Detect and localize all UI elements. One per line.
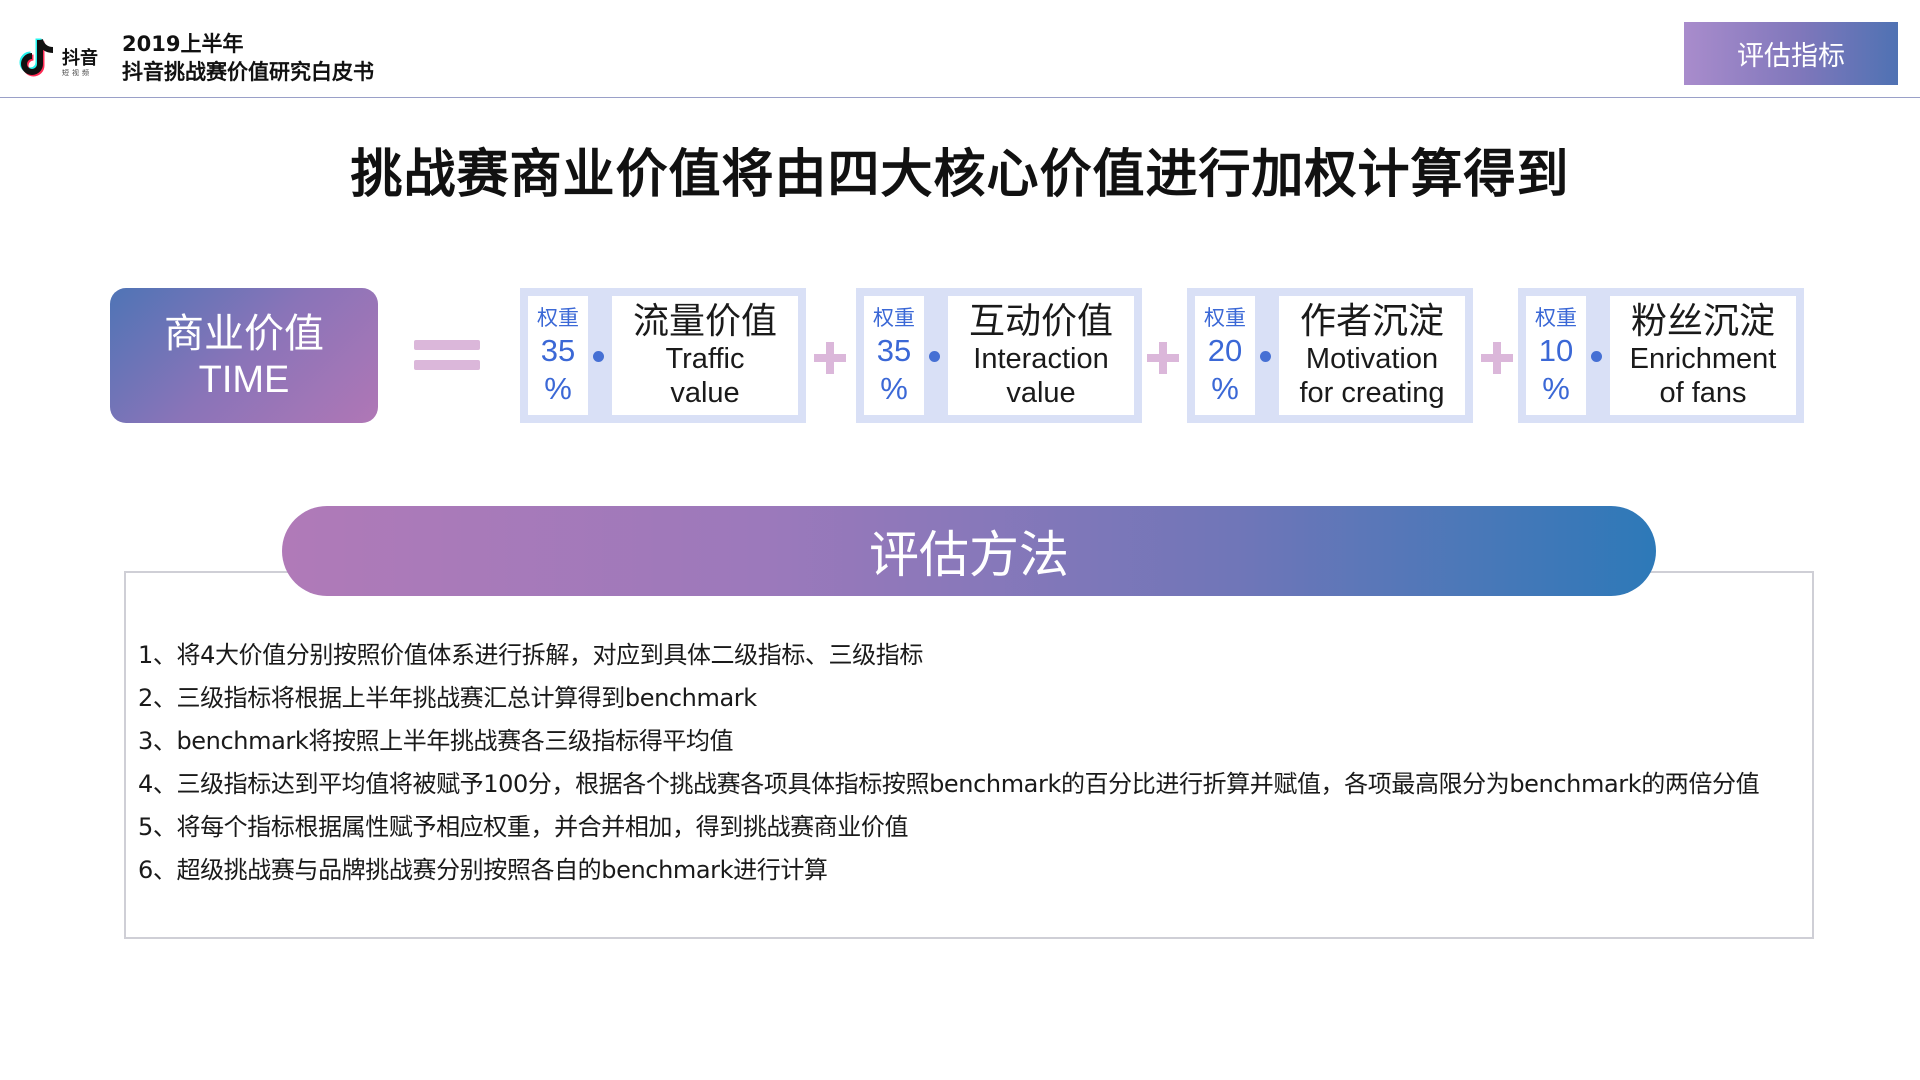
- weight-value: 10: [1538, 332, 1574, 368]
- weight-percent: %: [1211, 370, 1239, 406]
- value-title-cn: 作者沉淀: [1299, 300, 1444, 342]
- weight-label: 权重: [1204, 305, 1246, 330]
- weight-label: 权重: [1535, 305, 1577, 330]
- tiktok-note-icon: [19, 38, 54, 77]
- bullet-dot-icon: [929, 351, 940, 362]
- value-title-cn: 流量价值: [632, 300, 777, 342]
- plus-icon: [1147, 342, 1179, 374]
- method-item: 2、三级指标将根据上半年挑战赛汇总计算得到benchmark: [138, 684, 757, 712]
- weight-column: 权重 20 %: [1195, 296, 1255, 415]
- weight-percent: %: [1542, 370, 1570, 406]
- plus-icon: [1481, 342, 1513, 374]
- weight-label: 权重: [873, 305, 915, 330]
- value-title-en-line1: Enrichment: [1629, 342, 1777, 375]
- weight-column: 权重 10 %: [1526, 296, 1586, 415]
- value-title-en-line1: Motivation: [1305, 342, 1439, 375]
- value-card-traffic: 权重 35 % 流量价值 Traffic value: [520, 288, 806, 423]
- weight-value: 35: [540, 332, 576, 368]
- value-title-en-line2: of fans: [1659, 376, 1747, 409]
- header: 抖音 短视频 2019上半年 抖音挑战赛价值研究白皮书 评估指标: [0, 0, 1920, 98]
- weight-column: 权重 35 %: [528, 296, 588, 415]
- page-title: 挑战赛商业价值将由四大核心价值进行加权计算得到: [350, 145, 1570, 205]
- value-title-column: 作者沉淀 Motivation for creating: [1279, 296, 1465, 415]
- commercial-value-cn: 商业价值: [164, 310, 324, 357]
- plus-icon: [814, 342, 846, 374]
- weight-value: 35: [876, 332, 912, 368]
- equals-icon: [414, 336, 480, 374]
- value-title-column: 互动价值 Interaction value: [948, 296, 1134, 415]
- method-item: 6、超级挑战赛与品牌挑战赛分别按照各自的benchmark进行计算: [138, 856, 828, 884]
- logo-subtext: 短视频: [62, 69, 92, 77]
- value-card-creator: 权重 20 % 作者沉淀 Motivation for creating: [1187, 288, 1473, 423]
- doc-title-line1: 2019上半年: [122, 32, 244, 56]
- commercial-value-box: 商业价值 TIME: [110, 288, 378, 423]
- bullet-dot-icon: [1260, 351, 1271, 362]
- value-title-cn: 粉丝沉淀: [1630, 300, 1775, 342]
- method-item: 5、将每个指标根据属性赋予相应权重，并合并相加，得到挑战赛商业价值: [138, 813, 909, 841]
- value-title-en-line2: for creating: [1299, 376, 1445, 409]
- method-list: 1、将4大价值分别按照价值体系进行拆解，对应到具体二级指标、三级指标 2、三级指…: [138, 634, 1760, 892]
- weight-value: 20: [1207, 332, 1243, 368]
- logo-text: 抖音: [62, 48, 98, 69]
- weight-column: 权重 35 %: [864, 296, 924, 415]
- commercial-value-en: TIME: [198, 358, 290, 401]
- value-card-fans: 权重 10 % 粉丝沉淀 Enrichment of fans: [1518, 288, 1804, 423]
- weight-percent: %: [544, 370, 572, 406]
- method-item: 1、将4大价值分别按照价值体系进行拆解，对应到具体二级指标、三级指标: [138, 641, 923, 669]
- bullet-dot-icon: [1591, 351, 1602, 362]
- weight-percent: %: [880, 370, 908, 406]
- value-card-interaction: 权重 35 % 互动价值 Interaction value: [856, 288, 1142, 423]
- value-title-en-line1: Interaction: [973, 342, 1109, 375]
- value-title-column: 粉丝沉淀 Enrichment of fans: [1610, 296, 1796, 415]
- value-title-en-line2: value: [1006, 376, 1076, 409]
- section-tag-button[interactable]: 评估指标: [1684, 22, 1898, 85]
- value-title-column: 流量价值 Traffic value: [612, 296, 798, 415]
- method-heading: 评估方法: [282, 506, 1656, 596]
- value-title-cn: 互动价值: [968, 300, 1113, 342]
- weight-label: 权重: [537, 305, 579, 330]
- doc-title-line2: 抖音挑战赛价值研究白皮书: [122, 60, 374, 84]
- method-item: 3、benchmark将按照上半年挑战赛各三级指标得平均值: [138, 727, 734, 755]
- bullet-dot-icon: [593, 351, 604, 362]
- value-title-en-line1: Traffic: [665, 342, 745, 375]
- method-item: 4、三级指标达到平均值将被赋予100分，根据各个挑战赛各项具体指标按照bench…: [138, 770, 1760, 798]
- value-title-en-line2: value: [670, 376, 740, 409]
